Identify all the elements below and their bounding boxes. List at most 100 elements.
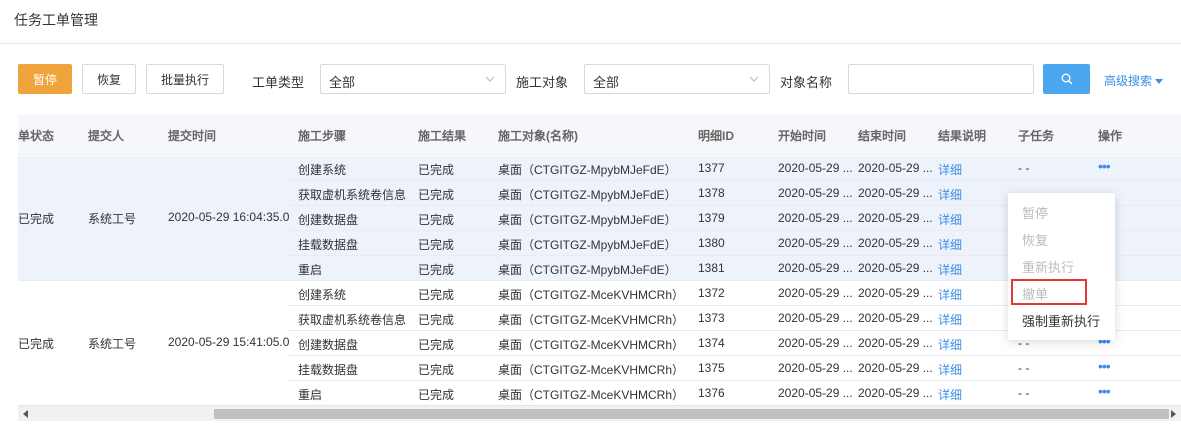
action-dropdown-menu: 暂停 恢复 重新执行 撤单 强制重新执行 bbox=[1008, 193, 1115, 340]
subtask-cell: - - bbox=[1018, 161, 1030, 175]
table-row: 创建系统 已完成 桌面（CTGITGZ-MceKVHMCRh） 1372 202… bbox=[18, 281, 1181, 306]
object-name-input[interactable] bbox=[848, 64, 1034, 94]
target-select[interactable]: 全部 bbox=[584, 64, 770, 94]
search-button[interactable] bbox=[1043, 64, 1090, 94]
target-cell: 桌面（CTGITGZ-MpybMJeFdE） bbox=[498, 263, 677, 277]
ticket-type-label: 工单类型 bbox=[252, 75, 305, 90]
end-time-cell: 2020-05-29 ... bbox=[858, 286, 933, 300]
header-operation: 操作 bbox=[1098, 129, 1123, 143]
more-dots-icon[interactable]: ••• bbox=[1098, 358, 1111, 374]
subtask-cell: - - bbox=[1018, 361, 1030, 375]
start-time-cell: 2020-05-29 ... bbox=[778, 286, 853, 300]
detail-link[interactable]: 详细 bbox=[938, 386, 962, 403]
step-cell: 创建系统 bbox=[298, 163, 347, 177]
ticket-type-select[interactable]: 全部 bbox=[320, 64, 506, 94]
detail-link[interactable]: 详细 bbox=[938, 286, 962, 303]
table-row-group: 已完成 系统工号 2020-05-29 16:04:35.0 创建系统 已完成 … bbox=[18, 156, 1181, 281]
table-row: 创建数据盘 已完成 桌面（CTGITGZ-MceKVHMCRh） 1374 20… bbox=[18, 331, 1181, 356]
more-dots-icon[interactable]: ••• bbox=[1098, 383, 1111, 399]
toolbar: 暂停 恢复 批量执行 工单类型 全部 施工对象 全部 对象名称 高级搜索 bbox=[0, 62, 1181, 98]
table-row-group: 已完成 系统工号 2020-05-29 15:41:05.0 创建系统 已完成 … bbox=[18, 281, 1181, 405]
detail-link[interactable]: 详细 bbox=[938, 186, 962, 203]
table-row: 创建系统 已完成 桌面（CTGITGZ-MpybMJeFdE） 1377 202… bbox=[18, 156, 1181, 181]
advanced-search-label: 高级搜索 bbox=[1104, 74, 1153, 88]
target-cell: 桌面（CTGITGZ-MpybMJeFdE） bbox=[498, 163, 677, 177]
detail-link[interactable]: 详细 bbox=[938, 336, 962, 353]
detail-link[interactable]: 详细 bbox=[938, 211, 962, 228]
end-time-cell: 2020-05-29 ... bbox=[858, 361, 933, 375]
detail-id-cell: 1378 bbox=[698, 186, 725, 200]
step-cell: 重启 bbox=[298, 388, 323, 402]
result-cell: 已完成 bbox=[418, 338, 455, 352]
result-cell: 已完成 bbox=[418, 188, 455, 202]
result-cell: 已完成 bbox=[418, 388, 455, 402]
header-status: 单状态 bbox=[18, 129, 55, 143]
start-time-cell: 2020-05-29 ... bbox=[778, 186, 853, 200]
detail-id-cell: 1372 bbox=[698, 286, 725, 300]
header-submitter: 提交人 bbox=[88, 129, 125, 143]
table-row: 重启 已完成 桌面（CTGITGZ-MceKVHMCRh） 1376 2020-… bbox=[18, 381, 1181, 405]
detail-link[interactable]: 详细 bbox=[938, 261, 962, 278]
scroll-left-arrow-icon[interactable] bbox=[23, 410, 28, 418]
task-table: 单状态 提交人 提交时间 施工步骤 施工结果 施工对象(名称) 明细ID 开始时… bbox=[18, 115, 1181, 405]
target-cell: 桌面（CTGITGZ-MceKVHMCRh） bbox=[498, 388, 685, 402]
header-step: 施工步骤 bbox=[298, 129, 347, 143]
end-time-cell: 2020-05-29 ... bbox=[858, 386, 933, 400]
table-row: 获取虚机系统卷信息 已完成 桌面（CTGITGZ-MceKVHMCRh） 137… bbox=[18, 306, 1181, 331]
step-cell: 创建数据盘 bbox=[298, 338, 359, 352]
subtask-cell: - - bbox=[1018, 386, 1030, 400]
table-row: 重启 已完成 桌面（CTGITGZ-MpybMJeFdE） 1381 2020-… bbox=[18, 256, 1181, 281]
advanced-search-link[interactable]: 高级搜索 bbox=[1104, 72, 1164, 89]
step-cell: 创建数据盘 bbox=[298, 213, 359, 227]
menu-item-pause[interactable]: 暂停 bbox=[1022, 203, 1048, 222]
step-cell: 获取虚机系统卷信息 bbox=[298, 313, 407, 327]
result-cell: 已完成 bbox=[418, 363, 455, 377]
menu-item-rerun[interactable]: 重新执行 bbox=[1022, 257, 1074, 276]
table-row: 挂载数据盘 已完成 桌面（CTGITGZ-MceKVHMCRh） 1375 20… bbox=[18, 356, 1181, 381]
page-header: 任务工单管理 bbox=[0, 0, 1181, 44]
header-target: 施工对象(名称) bbox=[498, 129, 578, 143]
start-time-cell: 2020-05-29 ... bbox=[778, 236, 853, 250]
end-time-cell: 2020-05-29 ... bbox=[858, 236, 933, 250]
step-cell: 获取虚机系统卷信息 bbox=[298, 188, 407, 202]
end-time-cell: 2020-05-29 ... bbox=[858, 311, 933, 325]
batch-execute-button[interactable]: 批量执行 bbox=[146, 64, 224, 94]
detail-id-cell: 1379 bbox=[698, 211, 725, 225]
end-time-cell: 2020-05-29 ... bbox=[858, 161, 933, 175]
caret-down-icon bbox=[1155, 79, 1164, 85]
detail-link[interactable]: 详细 bbox=[938, 161, 962, 178]
scroll-right-arrow-icon[interactable] bbox=[1171, 410, 1176, 418]
target-label: 施工对象 bbox=[516, 75, 569, 90]
detail-id-cell: 1380 bbox=[698, 236, 725, 250]
target-cell: 桌面（CTGITGZ-MpybMJeFdE） bbox=[498, 188, 677, 202]
detail-link[interactable]: 详细 bbox=[938, 311, 962, 328]
scroll-thumb[interactable] bbox=[214, 409, 1169, 419]
detail-link[interactable]: 详细 bbox=[938, 236, 962, 253]
resume-button[interactable]: 恢复 bbox=[82, 64, 136, 94]
result-cell: 已完成 bbox=[418, 213, 455, 227]
menu-item-force-rerun[interactable]: 强制重新执行 bbox=[1022, 311, 1100, 330]
header-start-time: 开始时间 bbox=[778, 129, 827, 143]
search-icon bbox=[1061, 73, 1072, 85]
result-cell: 已完成 bbox=[418, 288, 455, 302]
menu-item-resume[interactable]: 恢复 bbox=[1022, 230, 1048, 249]
detail-id-cell: 1374 bbox=[698, 336, 725, 350]
target-cell: 桌面（CTGITGZ-MceKVHMCRh） bbox=[498, 313, 685, 327]
table-row: 获取虚机系统卷信息 已完成 桌面（CTGITGZ-MpybMJeFdE） 137… bbox=[18, 181, 1181, 206]
result-cell: 已完成 bbox=[418, 238, 455, 252]
chevron-down-icon bbox=[485, 76, 495, 82]
result-cell: 已完成 bbox=[418, 263, 455, 277]
step-cell: 重启 bbox=[298, 263, 323, 277]
target-value: 全部 bbox=[593, 75, 620, 90]
pause-button[interactable]: 暂停 bbox=[18, 64, 72, 94]
end-time-cell: 2020-05-29 ... bbox=[858, 261, 933, 275]
page-title: 任务工单管理 bbox=[14, 12, 98, 28]
more-dots-icon[interactable]: ••• bbox=[1098, 158, 1111, 174]
horizontal-scrollbar[interactable] bbox=[18, 405, 1181, 421]
start-time-cell: 2020-05-29 ... bbox=[778, 161, 853, 175]
start-time-cell: 2020-05-29 ... bbox=[778, 311, 853, 325]
end-time-cell: 2020-05-29 ... bbox=[858, 336, 933, 350]
detail-link[interactable]: 详细 bbox=[938, 361, 962, 378]
end-time-cell: 2020-05-29 ... bbox=[858, 186, 933, 200]
target-cell: 桌面（CTGITGZ-MceKVHMCRh） bbox=[498, 363, 685, 377]
